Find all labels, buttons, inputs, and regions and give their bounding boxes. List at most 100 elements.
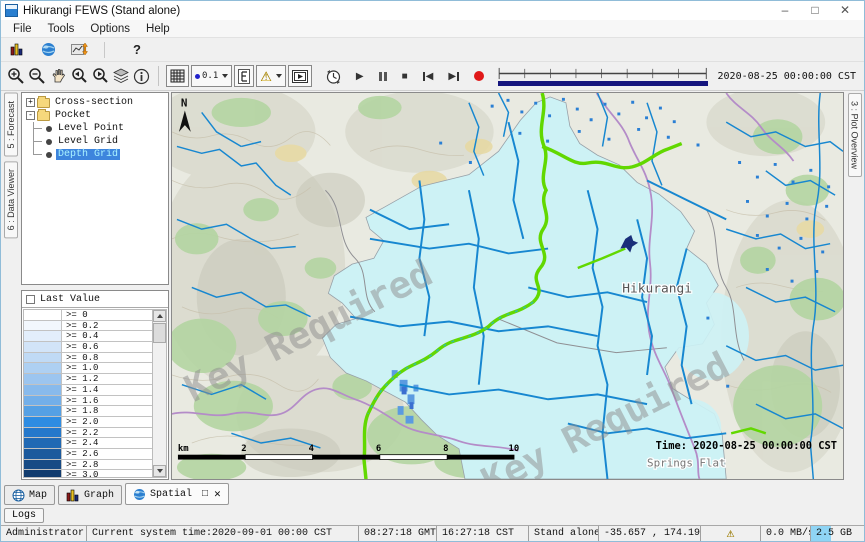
svg-text:2: 2: [241, 444, 246, 454]
legend-row: >= 0.2: [24, 321, 152, 332]
legend-row: >= 1.0: [24, 363, 152, 374]
help-button[interactable]: ?: [133, 42, 141, 57]
legend-row: >= 0.6: [24, 342, 152, 353]
timeline-ruler: [498, 67, 707, 80]
scroll-thumb[interactable]: [153, 323, 166, 343]
legend-color-swatch: [24, 449, 62, 459]
last-value-checkbox[interactable]: [26, 295, 35, 304]
status-coordinates: -35.657 , 174.199: [599, 526, 701, 541]
legend-row: >= 2.8: [24, 460, 152, 471]
right-tab-strip: 3 : Plot Overview: [845, 91, 864, 482]
info-icon[interactable]: [131, 66, 152, 87]
close-button[interactable]: ✕: [830, 1, 860, 20]
tree-item-label: Cross-section: [53, 97, 135, 108]
tree-item-depth-grid[interactable]: Depth Grid: [22, 148, 168, 161]
skip-to-start-button[interactable]: ◀: [423, 71, 434, 82]
toolbar-separator: [104, 42, 105, 58]
legend-row: >= 0: [24, 310, 152, 321]
pan-hand-icon[interactable]: [47, 66, 68, 87]
status-system-time: Current system time:2020-09-01 00:00 CST: [87, 526, 359, 541]
warning-icon: ⚠: [260, 70, 272, 83]
scroll-up-icon[interactable]: [153, 310, 166, 322]
app-icon: [5, 4, 18, 17]
zoom-next-icon[interactable]: [89, 66, 110, 87]
node-bullet-icon: [46, 139, 52, 145]
skip-to-end-button[interactable]: ▶: [448, 71, 459, 82]
play-button[interactable]: ▶: [356, 71, 364, 82]
legend-row-label: >= 0.4: [62, 331, 98, 341]
tab-data-viewer[interactable]: 6 : Data Viewer: [4, 161, 18, 238]
warning-icon: ⚠: [727, 527, 735, 540]
globe-icon[interactable]: [38, 39, 59, 60]
map-time-label: Time: 2020-08-25 00:00:00 CST: [656, 440, 837, 452]
record-button[interactable]: [474, 71, 484, 81]
zoom-in-icon[interactable]: [5, 66, 26, 87]
legend-color-swatch: [24, 438, 62, 448]
warning-dropdown[interactable]: ⚠: [256, 65, 286, 87]
tab-spatial[interactable]: Spatial □ ✕: [125, 483, 229, 505]
legend-row: >= 1.8: [24, 406, 152, 417]
legend-row: >= 2.6: [24, 449, 152, 460]
forecast-chart-icon[interactable]: [7, 39, 28, 60]
tree-expander-icon[interactable]: +: [26, 98, 35, 107]
tab-map[interactable]: Map: [4, 485, 55, 505]
tree-item-cross-section[interactable]: + Cross-section: [22, 96, 168, 109]
tree-item-level-grid[interactable]: Level Grid: [22, 135, 168, 148]
pause-button[interactable]: [379, 72, 387, 81]
tab-graph-label: Graph: [84, 490, 114, 501]
svg-text:4: 4: [309, 444, 314, 454]
zoom-previous-icon[interactable]: [68, 66, 89, 87]
legend-row-label: >= 2.8: [62, 460, 98, 470]
maximize-button[interactable]: □: [800, 1, 830, 20]
legend-row: >= 0.4: [24, 331, 152, 342]
legend-row-label: >= 1.8: [62, 406, 98, 416]
node-bullet-icon: [46, 152, 52, 158]
map-labels-button[interactable]: [234, 65, 254, 87]
map-canvas[interactable]: API Key Required API Key Required N Hiku…: [171, 92, 844, 480]
menu-tools[interactable]: Tools: [40, 20, 83, 38]
place-label-hikurangi: Hikurangi: [622, 281, 692, 296]
zoom-out-icon[interactable]: [26, 66, 47, 87]
tree-item-level-point[interactable]: Level Point: [22, 122, 168, 135]
tab-plot-overview[interactable]: 3 : Plot Overview: [848, 93, 862, 177]
menu-bar: File Tools Options Help: [1, 20, 864, 38]
minimize-button[interactable]: –: [770, 1, 800, 20]
tab-forecast[interactable]: 5 : Forecast: [4, 93, 18, 157]
map-toolbar: 0.1 ⚠ ▶ ■ ◀ ▶: [1, 61, 864, 91]
tree-item-pocket[interactable]: -Pocket: [22, 109, 168, 122]
movie-player-button[interactable]: [288, 65, 312, 87]
layers-icon[interactable]: [110, 66, 131, 87]
status-bar: Administrator Current system time:2020-0…: [1, 525, 864, 541]
tree: + Cross-section-PocketLevel PointLevel Gr…: [21, 92, 169, 285]
map-globe-icon: [12, 489, 25, 502]
scroll-down-icon[interactable]: [153, 465, 166, 477]
menu-file[interactable]: File: [5, 20, 40, 38]
grid-display-button[interactable]: [166, 65, 189, 87]
dropdown-arrow-icon: [222, 74, 228, 78]
tab-graph[interactable]: Graph: [58, 485, 122, 505]
left-tab-strip: 5 : Forecast 6 : Data Viewer: [1, 91, 21, 482]
legend-scrollbar[interactable]: [152, 310, 166, 477]
svg-text:km: km: [178, 444, 189, 454]
tab-close-icon[interactable]: ✕: [214, 487, 221, 501]
legend-color-swatch: [24, 342, 62, 352]
tree-item-label: Level Point: [56, 123, 126, 134]
tree-expander-icon[interactable]: -: [26, 111, 35, 120]
spatial-display-icon[interactable]: [69, 39, 90, 60]
menu-options[interactable]: Options: [82, 20, 138, 38]
bottom-tab-bar: Map Graph Spatial □ ✕: [1, 482, 864, 505]
stop-button[interactable]: ■: [402, 71, 408, 82]
logs-button[interactable]: Logs: [4, 508, 44, 523]
status-mode: Stand alone: [529, 526, 599, 541]
toolbar-separator: [158, 66, 159, 86]
legend-color-swatch: [24, 406, 62, 416]
svg-text:8: 8: [443, 444, 448, 454]
animation-clock-icon[interactable]: [323, 66, 344, 87]
timeline-slider[interactable]: [498, 67, 707, 86]
menu-help[interactable]: Help: [138, 20, 178, 38]
status-warning[interactable]: ⚠: [701, 526, 761, 541]
legend-row: >= 1.2: [24, 374, 152, 385]
point-size-dropdown[interactable]: 0.1: [191, 65, 232, 87]
tab-restore-icon[interactable]: □: [202, 489, 208, 500]
logs-bar: Logs: [1, 505, 864, 525]
